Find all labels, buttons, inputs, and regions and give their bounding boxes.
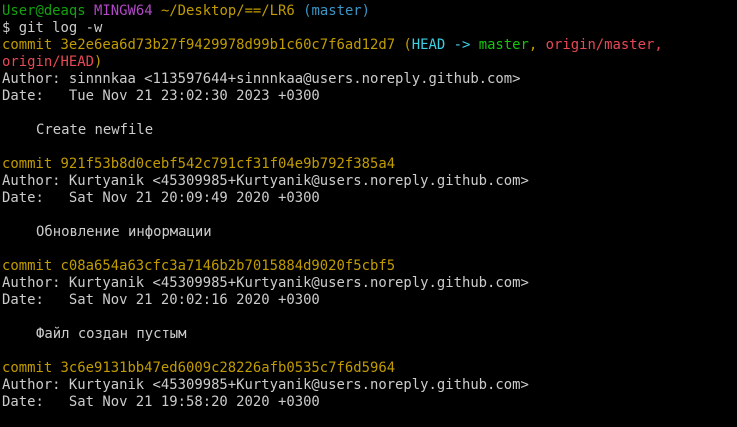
- commit-message: Create newfile: [36, 122, 154, 138]
- commit-date: Date: Sat Nov 21 19:58:20 2020 +0300: [2, 394, 320, 410]
- ref-head: HEAD ->: [411, 37, 479, 53]
- prompt-system: MINGW64: [94, 3, 153, 19]
- commit-line: commit 3e2e6ea6d73b27f9429978d99b1c60c7f…: [2, 37, 737, 54]
- commit-hash: commit 3c6e9131bb47ed6009c28226afb0535c7…: [2, 360, 396, 376]
- commit-message: Обновление информации: [36, 224, 212, 240]
- refs-open: (: [395, 37, 412, 53]
- commit-date: Date: Sat Nov 21 20:02:16 2020 +0300: [2, 292, 320, 308]
- refs-separator: ,: [528, 37, 546, 53]
- commit-message: Файл создан пустым: [36, 326, 187, 342]
- ref-origin-head: origin/HEAD: [2, 54, 94, 70]
- commit-date: Date: Tue Nov 21 23:02:30 2023 +0300: [2, 88, 320, 104]
- shell-prompt: User@deaqs MINGW64 ~/Desktop/==/LR6 (mas…: [2, 3, 737, 20]
- ref-local-master: master: [478, 37, 529, 53]
- commit-date: Date: Sat Nov 21 20:09:49 2020 +0300: [2, 190, 320, 206]
- commit-author: Author: sinnnkaa <113597644+sinnnkaa@use…: [2, 71, 521, 87]
- ref-origin-master: origin/master,: [545, 37, 663, 53]
- terminal-window[interactable]: User@deaqs MINGW64 ~/Desktop/==/LR6 (mas…: [0, 0, 737, 427]
- prompt-branch: (master): [303, 3, 371, 19]
- prompt-path: ~/Desktop/==/LR6: [160, 3, 295, 19]
- commit-message-row: Файл создан пустым: [2, 326, 737, 343]
- refs-close: ): [94, 54, 103, 70]
- commit-message-row: Обновление информации: [2, 224, 737, 241]
- commit-refs-wrap: origin/HEAD): [2, 54, 737, 71]
- commit-author: Author: Kurtyanik <45309985+Kurtyanik@us…: [2, 275, 529, 291]
- commit-hash: commit 3e2e6ea6d73b27f9429978d99b1c60c7f…: [2, 37, 396, 53]
- commit-hash: commit c08a654a63cfc3a7146b2b7015884d902…: [2, 258, 396, 274]
- command-line: $ git log -w: [2, 20, 103, 36]
- prompt-user-host: User@deaqs: [2, 3, 86, 19]
- commit-hash: commit 921f53b8d0cebf542c791cf31f04e9b79…: [2, 156, 396, 172]
- commit-author: Author: Kurtyanik <45309985+Kurtyanik@us…: [2, 377, 529, 393]
- commit-author: Author: Kurtyanik <45309985+Kurtyanik@us…: [2, 173, 529, 189]
- commit-message-row: Create newfile: [2, 122, 737, 139]
